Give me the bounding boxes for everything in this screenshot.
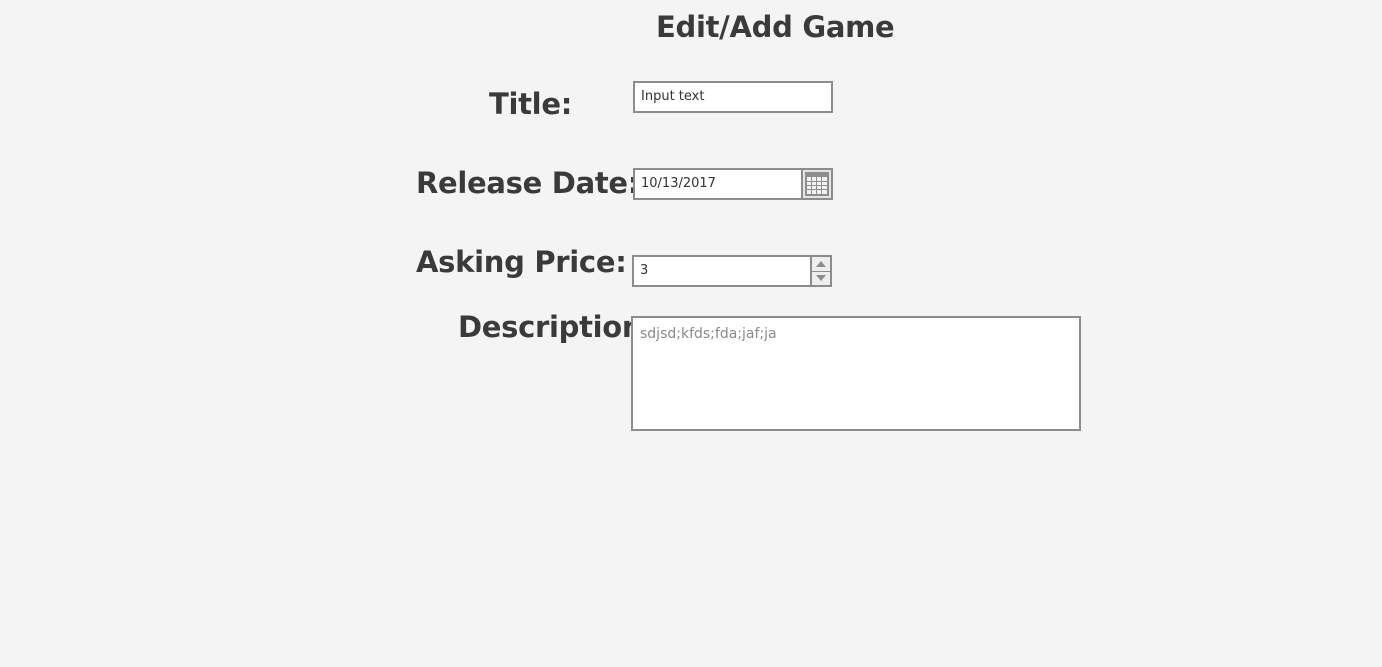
release-date-input[interactable]: 10/13/2017 (633, 168, 803, 200)
asking-price-label: Asking Price: (416, 245, 627, 279)
page-title: Edit/Add Game (656, 10, 895, 44)
title-input[interactable]: Input text (633, 81, 833, 113)
calendar-icon (805, 172, 829, 196)
spinner-down-button[interactable] (812, 272, 830, 286)
description-textarea[interactable]: sdjsd;kfds;fda;jaf;ja (631, 316, 1081, 431)
title-label: Title: (489, 87, 572, 121)
date-picker-button[interactable] (801, 168, 833, 200)
release-date-label: Release Date: (416, 166, 640, 200)
arrow-up-icon (816, 260, 826, 267)
arrow-down-icon (816, 275, 826, 282)
spinner-up-button[interactable] (812, 257, 830, 272)
description-label: Description (458, 310, 643, 344)
asking-price-input[interactable]: 3 (632, 255, 812, 287)
price-spinner (810, 255, 832, 287)
